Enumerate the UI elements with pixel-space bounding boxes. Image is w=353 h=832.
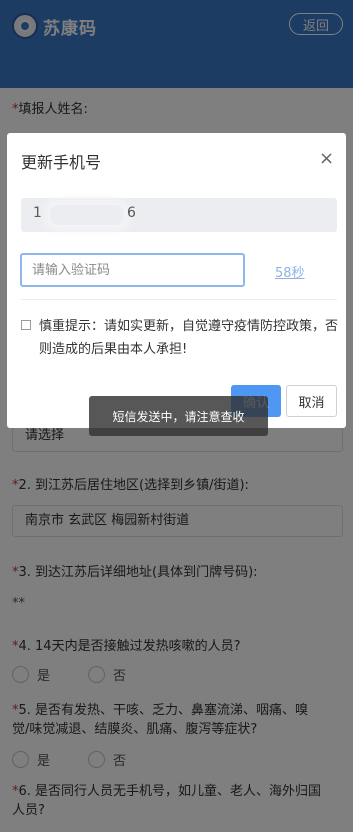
phone-number-field: 1 6 xyxy=(21,198,337,232)
cancel-button[interactable]: 取消 xyxy=(286,385,337,417)
agreement-checkbox[interactable] xyxy=(21,320,31,330)
phone-number-first-digit: 1 xyxy=(33,205,43,221)
sms-sending-toast: 短信发送中，请注意查收 xyxy=(89,396,268,436)
dialog-divider xyxy=(21,299,337,300)
resend-countdown-link[interactable]: 58秒 xyxy=(275,262,305,281)
phone-number-last-digit: 6 xyxy=(127,205,137,221)
caution-tip-text: 慎重提示：请如实更新，自觉遵守疫情防控政策，否则造成的后果由本人承担! xyxy=(39,319,339,357)
update-phone-dialog: 更新手机号 × 1 6 58秒 慎重提示：请如实更新，自觉遵守疫情防控政策，否则… xyxy=(7,133,346,428)
verification-code-input[interactable] xyxy=(20,253,245,287)
close-icon[interactable]: × xyxy=(319,149,334,169)
phone-number-mask xyxy=(50,205,124,225)
dialog-title: 更新手机号 xyxy=(21,153,102,172)
